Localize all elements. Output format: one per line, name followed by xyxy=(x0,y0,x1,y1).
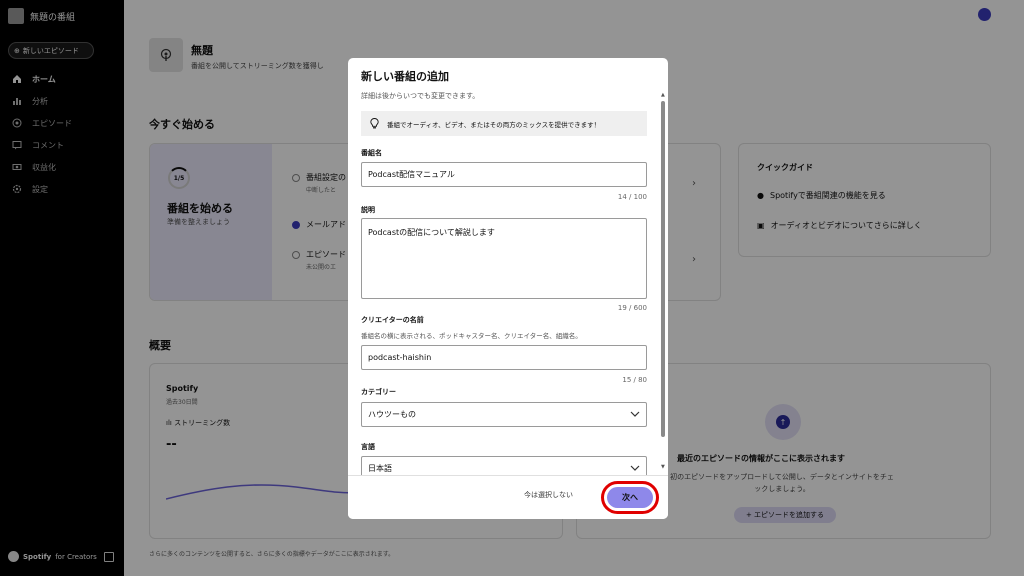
creator-name-input[interactable]: podcast-haishin xyxy=(361,345,647,370)
description-count: 19 / 600 xyxy=(617,304,647,312)
info-banner: 番組でオーディオ、ビデオ、またはその両方のミックスを提供できます！ xyxy=(361,111,647,136)
dialog-body[interactable]: 新しい番組の追加 詳細は後からいつでも変更できます。 番組でオーディオ、ビデオ、… xyxy=(348,58,668,475)
info-text: 番組でオーディオ、ビデオ、またはその両方のミックスを提供できます！ xyxy=(387,120,601,129)
language-value: 日本語 xyxy=(368,464,392,473)
scroll-down-icon[interactable]: ▼ xyxy=(661,464,665,470)
dialog-footer: 今は選択しない 次へ xyxy=(348,475,668,519)
category-select[interactable]: ハウツーもの xyxy=(361,402,647,427)
skip-button[interactable]: 今は選択しない xyxy=(524,490,573,500)
language-select[interactable]: 日本語 xyxy=(361,456,647,475)
description-label: 説明 xyxy=(361,206,375,214)
chevron-down-icon xyxy=(630,465,640,472)
creator-name-help: 番組名の横に表示される、ポッドキャスター名、クリエイター名、組織名。 xyxy=(361,332,582,340)
dialog-subtitle: 詳細は後からいつでも変更できます。 xyxy=(361,92,480,100)
add-show-dialog: 新しい番組の追加 詳細は後からいつでも変更できます。 番組でオーディオ、ビデオ、… xyxy=(348,58,668,519)
scroll-up-icon[interactable]: ▲ xyxy=(661,92,665,98)
chevron-down-icon xyxy=(630,411,640,418)
show-name-count: 14 / 100 xyxy=(617,193,647,201)
lightbulb-icon xyxy=(370,118,379,129)
creator-name-label: クリエイターの名前 xyxy=(361,316,424,324)
category-label: カテゴリー xyxy=(361,388,396,396)
scroll-thumb[interactable] xyxy=(661,101,665,437)
dialog-scrollbar[interactable]: ▲ ▼ xyxy=(661,92,666,474)
dialog-title: 新しい番組の追加 xyxy=(361,70,449,83)
show-name-input[interactable]: Podcast配信マニュアル xyxy=(361,162,647,187)
language-label: 言語 xyxy=(361,443,375,451)
next-button[interactable]: 次へ xyxy=(607,487,653,508)
creator-name-count: 15 / 80 xyxy=(622,376,647,384)
description-textarea[interactable]: Podcastの配信について解説します xyxy=(361,218,647,299)
category-value: ハウツーもの xyxy=(368,410,416,419)
next-button-highlight: 次へ xyxy=(601,481,659,514)
show-name-label: 番組名 xyxy=(361,149,382,157)
